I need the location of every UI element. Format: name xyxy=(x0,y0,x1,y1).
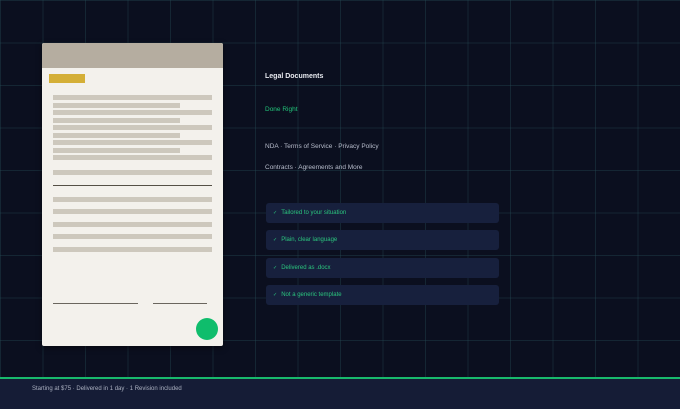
document-header-bar xyxy=(42,43,223,68)
document-text-line xyxy=(53,197,212,202)
document-text-line xyxy=(53,209,212,214)
document-text-line xyxy=(53,95,212,100)
feature-label: Delivered as .docx xyxy=(281,265,331,271)
document-divider xyxy=(53,185,212,186)
signature-line xyxy=(153,303,207,304)
document-text-line xyxy=(53,170,212,175)
signature-line xyxy=(53,303,138,304)
document-text-line xyxy=(53,118,180,123)
document-text-line xyxy=(53,140,212,145)
document-text-line xyxy=(53,110,212,115)
document-text-line xyxy=(53,133,180,138)
check-icon: ✓ xyxy=(273,237,278,243)
services-line-1: NDA · Terms of Service · Privacy Policy xyxy=(265,143,379,150)
document-text-line xyxy=(53,155,212,160)
feature-item: ✓ Delivered as .docx xyxy=(266,258,499,278)
document-text-line xyxy=(53,148,180,153)
feature-item: ✓ Not a generic template xyxy=(266,285,499,305)
feature-item: ✓ Plain, clear language xyxy=(266,230,499,250)
document-text-line xyxy=(53,247,212,252)
check-icon: ✓ xyxy=(273,292,278,298)
page-title: Legal Documents xyxy=(265,73,324,80)
footer-text: Starting at $75 · Delivered in 1 day · 1… xyxy=(32,386,182,392)
feature-item: ✓ Tailored to your situation xyxy=(266,203,499,223)
document-text-line xyxy=(53,103,180,108)
document-text-line xyxy=(53,125,212,130)
feature-label: Tailored to your situation xyxy=(281,210,347,216)
document-illustration xyxy=(42,43,223,346)
document-text-line xyxy=(53,234,212,239)
green-seal xyxy=(196,318,218,340)
check-icon: ✓ xyxy=(273,210,278,216)
document-gold-tag xyxy=(49,74,85,83)
services-line-2: Contracts · Agreements and More xyxy=(265,164,363,171)
document-text-line xyxy=(53,222,212,227)
feature-label: Not a generic template xyxy=(281,292,342,298)
feature-label: Plain, clear language xyxy=(281,237,338,243)
page-subtitle: Done Right xyxy=(265,106,298,113)
check-icon: ✓ xyxy=(273,265,278,271)
footer-bar: Starting at $75 · Delivered in 1 day · 1… xyxy=(0,379,680,409)
